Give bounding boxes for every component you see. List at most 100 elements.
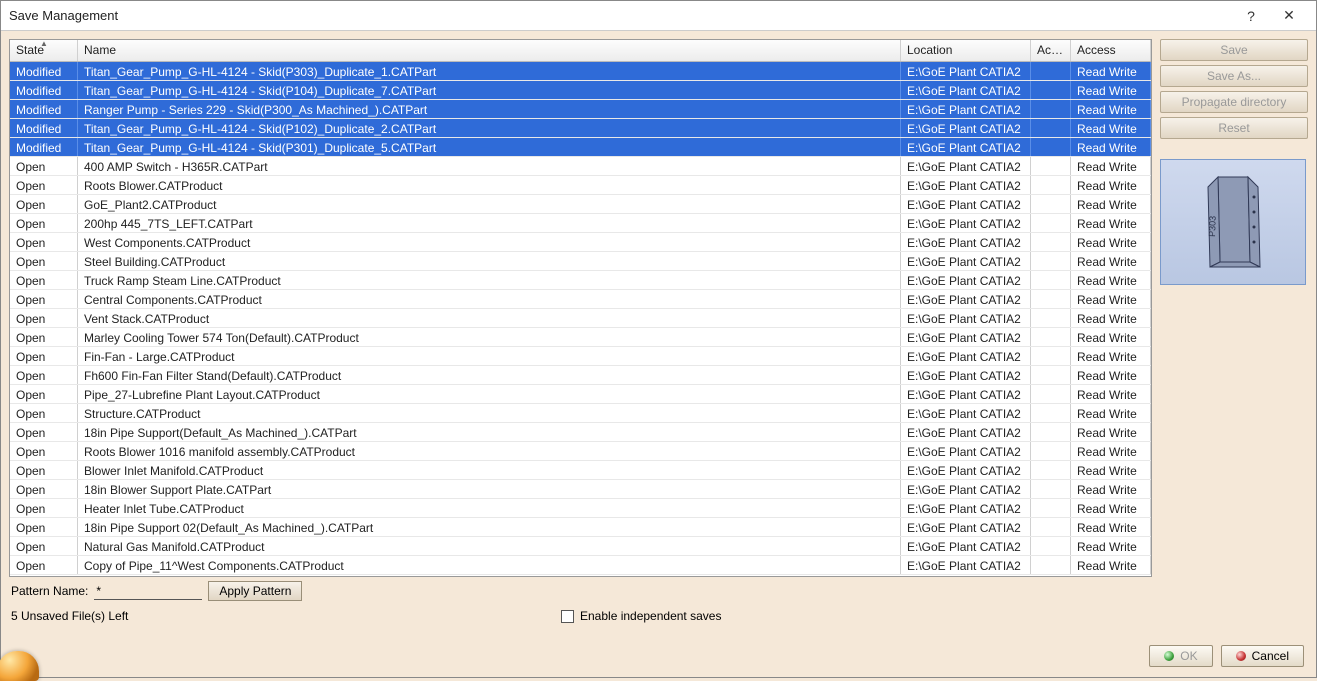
cell-state: Open	[10, 537, 78, 555]
file-table: State ▲ Name Location Acti... Access Mod…	[9, 39, 1152, 577]
cell-access: Read Write	[1071, 214, 1151, 232]
close-icon: ✕	[1283, 7, 1295, 24]
cell-action	[1031, 328, 1071, 346]
cell-access: Read Write	[1071, 309, 1151, 327]
col-state-header[interactable]: State ▲	[10, 40, 78, 61]
cell-location: E:\GoE Plant CATIA2	[901, 195, 1031, 213]
propagate-directory-button[interactable]: Propagate directory	[1160, 91, 1308, 113]
col-location-header[interactable]: Location	[901, 40, 1031, 61]
table-row[interactable]: OpenGoE_Plant2.CATProductE:\GoE Plant CA…	[10, 195, 1151, 214]
save-button[interactable]: Save	[1160, 39, 1308, 61]
cell-location: E:\GoE Plant CATIA2	[901, 138, 1031, 156]
col-access-header[interactable]: Access	[1071, 40, 1151, 61]
cell-action	[1031, 81, 1071, 99]
cell-state: Modified	[10, 119, 78, 137]
cell-action	[1031, 290, 1071, 308]
cell-action	[1031, 556, 1071, 574]
cell-location: E:\GoE Plant CATIA2	[901, 233, 1031, 251]
cell-state: Open	[10, 556, 78, 574]
table-row[interactable]: OpenFh600 Fin-Fan Filter Stand(Default).…	[10, 366, 1151, 385]
table-row[interactable]: OpenPipe_27-Lubrefine Plant Layout.CATPr…	[10, 385, 1151, 404]
cell-state: Open	[10, 347, 78, 365]
table-row[interactable]: ModifiedTitan_Gear_Pump_G-HL-4124 - Skid…	[10, 62, 1151, 81]
cell-action	[1031, 518, 1071, 536]
table-row[interactable]: OpenCentral Components.CATProductE:\GoE …	[10, 290, 1151, 309]
cell-location: E:\GoE Plant CATIA2	[901, 81, 1031, 99]
save-as-button[interactable]: Save As...	[1160, 65, 1308, 87]
table-row[interactable]: Open400 AMP Switch - H365R.CATPartE:\GoE…	[10, 157, 1151, 176]
reset-button[interactable]: Reset	[1160, 117, 1308, 139]
cell-location: E:\GoE Plant CATIA2	[901, 461, 1031, 479]
cell-access: Read Write	[1071, 404, 1151, 422]
cell-action	[1031, 214, 1071, 232]
cell-state: Open	[10, 385, 78, 403]
cell-state: Open	[10, 499, 78, 517]
table-row[interactable]: OpenMarley Cooling Tower 574 Ton(Default…	[10, 328, 1151, 347]
table-row[interactable]: OpenHeater Inlet Tube.CATProductE:\GoE P…	[10, 499, 1151, 518]
cell-location: E:\GoE Plant CATIA2	[901, 119, 1031, 137]
table-row[interactable]: ModifiedTitan_Gear_Pump_G-HL-4124 - Skid…	[10, 138, 1151, 157]
table-row[interactable]: Open18in Pipe Support 02(Default_As Mach…	[10, 518, 1151, 537]
cell-name: Blower Inlet Manifold.CATProduct	[78, 461, 901, 479]
cell-name: 18in Pipe Support(Default_As Machined_).…	[78, 423, 901, 441]
cell-state: Open	[10, 404, 78, 422]
table-row[interactable]: OpenSteel Building.CATProductE:\GoE Plan…	[10, 252, 1151, 271]
cell-location: E:\GoE Plant CATIA2	[901, 328, 1031, 346]
table-row[interactable]: OpenBlower Inlet Manifold.CATProductE:\G…	[10, 461, 1151, 480]
enable-independent-row[interactable]: Enable independent saves	[561, 609, 721, 623]
cell-name: 18in Blower Support Plate.CATPart	[78, 480, 901, 498]
table-row[interactable]: Open18in Blower Support Plate.CATPartE:\…	[10, 480, 1151, 499]
cell-name: Fh600 Fin-Fan Filter Stand(Default).CATP…	[78, 366, 901, 384]
col-name-header[interactable]: Name	[78, 40, 901, 61]
apply-pattern-button[interactable]: Apply Pattern	[208, 581, 302, 601]
cancel-button[interactable]: Cancel	[1221, 645, 1304, 667]
cell-state: Open	[10, 366, 78, 384]
cell-action	[1031, 537, 1071, 555]
table-row[interactable]: Open200hp 445_7TS_LEFT.CATPartE:\GoE Pla…	[10, 214, 1151, 233]
cell-action	[1031, 100, 1071, 118]
table-row[interactable]: OpenStructure.CATProductE:\GoE Plant CAT…	[10, 404, 1151, 423]
cell-name: Fin-Fan - Large.CATProduct	[78, 347, 901, 365]
table-row[interactable]: ModifiedTitan_Gear_Pump_G-HL-4124 - Skid…	[10, 81, 1151, 100]
table-rows[interactable]: Modified Titan_Gear_Pump_G-HL-4124 - Skid…	[10, 62, 1151, 577]
cell-action	[1031, 480, 1071, 498]
table-row[interactable]: OpenWest Components.CATProductE:\GoE Pla…	[10, 233, 1151, 252]
table-row[interactable]: OpenRoots Blower.CATProductE:\GoE Plant …	[10, 176, 1151, 195]
cell-name: 18in Pipe Support 02(Default_As Machined…	[78, 518, 901, 536]
table-row[interactable]: OpenVent Stack.CATProductE:\GoE Plant CA…	[10, 309, 1151, 328]
cell-state: Open	[10, 157, 78, 175]
col-action-header[interactable]: Acti...	[1031, 40, 1071, 61]
cell-access: Read Write	[1071, 233, 1151, 251]
table-row[interactable]: OpenFin-Fan - Large.CATProductE:\GoE Pla…	[10, 347, 1151, 366]
close-button[interactable]: ✕	[1270, 2, 1308, 30]
table-row[interactable]: Open18in Pipe Support(Default_As Machine…	[10, 423, 1151, 442]
cell-location: E:\GoE Plant CATIA2	[901, 309, 1031, 327]
enable-independent-checkbox[interactable]	[561, 610, 574, 623]
table-row[interactable]: OpenCopy of Pipe_11^West Components.CATP…	[10, 556, 1151, 575]
table-row[interactable]: ModifiedTitan_Gear_Pump_G-HL-4124 - Skid…	[10, 119, 1151, 138]
help-button[interactable]: ?	[1232, 2, 1270, 30]
cell-location: E:\GoE Plant CATIA2	[901, 518, 1031, 536]
cell-action	[1031, 404, 1071, 422]
cell-name: Titan_Gear_Pump_G-HL-4124 - Skid(P303)_D…	[78, 62, 901, 80]
cell-access: Read Write	[1071, 328, 1151, 346]
cell-action	[1031, 423, 1071, 441]
ok-button[interactable]: OK	[1149, 645, 1212, 667]
cell-name: Marley Cooling Tower 574 Ton(Default).CA…	[78, 328, 901, 346]
cancel-label: Cancel	[1252, 649, 1289, 663]
cell-action	[1031, 157, 1071, 175]
cell-name: Steel Building.CATProduct	[78, 252, 901, 270]
cell-access: Read Write	[1071, 176, 1151, 194]
preview-thumbnail: P303	[1160, 159, 1306, 285]
table-header: State ▲ Name Location Acti... Access	[10, 40, 1151, 62]
sidebar: Save Save As... Propagate directory Rese…	[1160, 39, 1308, 577]
table-row[interactable]: OpenNatural Gas Manifold.CATProductE:\Go…	[10, 537, 1151, 556]
unsaved-status: 5 Unsaved File(s) Left	[11, 609, 561, 623]
cell-location: E:\GoE Plant CATIA2	[901, 366, 1031, 384]
cell-name: West Components.CATProduct	[78, 233, 901, 251]
pattern-input[interactable]	[94, 583, 202, 600]
table-row[interactable]: ModifiedRanger Pump - Series 229 - Skid(…	[10, 100, 1151, 119]
table-row[interactable]: OpenRoots Blower 1016 manifold assembly.…	[10, 442, 1151, 461]
table-row[interactable]: OpenTruck Ramp Steam Line.CATProductE:\G…	[10, 271, 1151, 290]
titlebar: Save Management ? ✕	[1, 1, 1316, 31]
